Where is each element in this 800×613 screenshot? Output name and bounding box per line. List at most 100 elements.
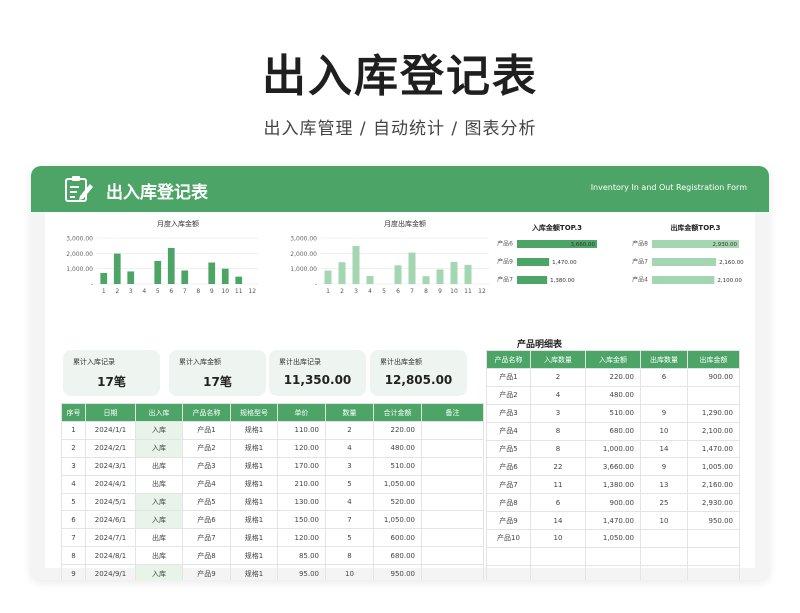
records-cell[interactable]: 950.00 <box>373 564 422 580</box>
detail-cell[interactable] <box>640 529 688 548</box>
detail-cell[interactable]: 10 <box>530 529 586 548</box>
detail-cell[interactable] <box>687 529 740 548</box>
detail-cell[interactable]: 4 <box>530 385 586 405</box>
detail-cell[interactable]: 1,380.00 <box>585 475 641 495</box>
records-cell[interactable]: 150.00 <box>277 510 326 530</box>
detail-cell[interactable]: 1,290.00 <box>687 403 740 423</box>
detail-cell[interactable]: 8 <box>530 421 586 441</box>
records-cell[interactable]: 2024/3/1 <box>85 456 136 476</box>
records-cell[interactable]: 出库 <box>135 456 183 476</box>
detail-cell[interactable]: 产品8 <box>486 493 531 513</box>
detail-cell[interactable] <box>640 385 688 405</box>
records-cell[interactable] <box>421 528 484 548</box>
records-cell[interactable]: 规格1 <box>230 456 278 476</box>
records-cell[interactable] <box>421 510 484 530</box>
detail-cell[interactable]: 产品7 <box>486 475 531 495</box>
records-cell[interactable]: 480.00 <box>373 438 422 458</box>
records-cell[interactable]: 2024/9/1 <box>85 564 136 580</box>
records-cell[interactable]: 680.00 <box>373 546 422 566</box>
detail-cell[interactable] <box>640 564 688 580</box>
detail-cell[interactable]: 3 <box>530 403 586 423</box>
records-cell[interactable]: 7 <box>325 510 374 530</box>
records-cell[interactable] <box>421 456 484 476</box>
records-cell[interactable]: 2024/7/1 <box>85 528 136 548</box>
detail-cell[interactable]: 2,100.00 <box>687 421 740 441</box>
records-cell[interactable]: 170.00 <box>277 456 326 476</box>
records-cell[interactable]: 4 <box>61 474 86 494</box>
records-cell[interactable]: 产品6 <box>182 510 231 530</box>
detail-cell[interactable]: 2,930.00 <box>687 493 740 513</box>
detail-cell[interactable]: 产品3 <box>486 403 531 423</box>
records-cell[interactable] <box>421 438 484 458</box>
records-cell[interactable]: 2024/4/1 <box>85 474 136 494</box>
detail-cell[interactable]: 产品9 <box>486 511 531 531</box>
records-cell[interactable]: 产品2 <box>182 438 231 458</box>
detail-cell[interactable]: 9 <box>640 403 688 423</box>
detail-cell[interactable]: 10 <box>640 421 688 441</box>
detail-cell[interactable]: 950.00 <box>687 511 740 531</box>
records-cell[interactable]: 入库 <box>135 510 183 530</box>
records-cell[interactable]: 3 <box>61 456 86 476</box>
records-cell[interactable]: 210.00 <box>277 474 326 494</box>
records-cell[interactable]: 5 <box>325 528 374 548</box>
records-cell[interactable]: 2024/5/1 <box>85 492 136 512</box>
records-cell[interactable]: 入库 <box>135 492 183 512</box>
detail-cell[interactable]: 产品6 <box>486 457 531 477</box>
records-cell[interactable]: 入库 <box>135 421 183 440</box>
detail-cell[interactable]: 8 <box>530 439 586 459</box>
records-cell[interactable]: 产品5 <box>182 492 231 512</box>
detail-cell[interactable]: 1,050.00 <box>585 529 641 548</box>
detail-cell[interactable]: 6 <box>640 368 688 387</box>
detail-cell[interactable] <box>687 385 740 405</box>
detail-cell[interactable]: 3,660.00 <box>585 457 641 477</box>
records-cell[interactable]: 2024/1/1 <box>85 421 136 440</box>
records-cell[interactable]: 1,050.00 <box>373 474 422 494</box>
records-cell[interactable]: 3 <box>325 456 374 476</box>
records-cell[interactable]: 4 <box>325 438 374 458</box>
records-cell[interactable]: 600.00 <box>373 528 422 548</box>
records-cell[interactable]: 规格1 <box>230 492 278 512</box>
records-cell[interactable]: 规格1 <box>230 438 278 458</box>
records-cell[interactable]: 8 <box>61 546 86 566</box>
detail-cell[interactable]: 9 <box>640 457 688 477</box>
records-cell[interactable]: 1,050.00 <box>373 510 422 530</box>
detail-cell[interactable] <box>585 564 641 580</box>
detail-cell[interactable]: 1,005.00 <box>687 457 740 477</box>
records-cell[interactable]: 2024/6/1 <box>85 510 136 530</box>
records-cell[interactable] <box>421 421 484 440</box>
records-cell[interactable] <box>421 474 484 494</box>
detail-cell[interactable]: 220.00 <box>585 368 641 387</box>
detail-cell[interactable]: 22 <box>530 457 586 477</box>
records-cell[interactable]: 入库 <box>135 438 183 458</box>
records-cell[interactable]: 2 <box>325 421 374 440</box>
records-cell[interactable]: 520.00 <box>373 492 422 512</box>
detail-cell[interactable]: 产品5 <box>486 439 531 459</box>
records-cell[interactable]: 规格1 <box>230 564 278 580</box>
records-cell[interactable]: 510.00 <box>373 456 422 476</box>
records-cell[interactable]: 规格1 <box>230 510 278 530</box>
detail-cell[interactable]: 900.00 <box>585 493 641 513</box>
records-cell[interactable] <box>421 564 484 580</box>
records-cell[interactable]: 规格1 <box>230 528 278 548</box>
detail-cell[interactable]: 2,160.00 <box>687 475 740 495</box>
records-cell[interactable]: 10 <box>325 564 374 580</box>
detail-cell[interactable]: 1,470.00 <box>687 439 740 459</box>
records-cell[interactable]: 出库 <box>135 528 183 548</box>
records-cell[interactable]: 入库 <box>135 564 183 580</box>
detail-cell[interactable]: 480.00 <box>585 385 641 405</box>
records-cell[interactable]: 4 <box>325 492 374 512</box>
detail-cell[interactable]: 13 <box>640 475 688 495</box>
records-cell[interactable]: 产品4 <box>182 474 231 494</box>
records-cell[interactable]: 220.00 <box>373 421 422 440</box>
records-cell[interactable] <box>421 492 484 512</box>
records-cell[interactable]: 8 <box>325 546 374 566</box>
detail-cell[interactable]: 产品4 <box>486 421 531 441</box>
records-cell[interactable]: 110.00 <box>277 421 326 440</box>
detail-cell[interactable] <box>585 546 641 566</box>
records-cell[interactable]: 9 <box>61 564 86 580</box>
records-cell[interactable]: 出库 <box>135 474 183 494</box>
records-cell[interactable]: 产品3 <box>182 456 231 476</box>
detail-cell[interactable]: 产品1 <box>486 368 531 387</box>
records-cell[interactable]: 5 <box>61 492 86 512</box>
detail-cell[interactable]: 产品10 <box>486 529 531 548</box>
